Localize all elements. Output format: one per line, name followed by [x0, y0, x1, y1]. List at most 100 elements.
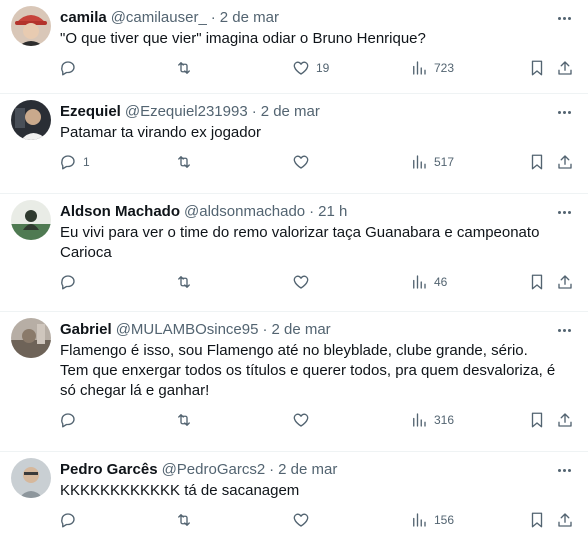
reply-date[interactable]: 2 de mar: [271, 320, 330, 340]
retweet-button[interactable]: [175, 409, 193, 431]
views-icon: [413, 413, 426, 427]
author-name[interactable]: Aldson Machado: [60, 202, 180, 222]
separator-dot: ·: [251, 103, 257, 120]
heart-icon: [293, 275, 309, 289]
like-button[interactable]: [292, 151, 316, 173]
retweet-button[interactable]: [175, 509, 193, 531]
author-name[interactable]: Ezequiel: [60, 102, 121, 122]
reply-item[interactable]: Aldson Machado @aldsonmachado · 21 h Eu …: [0, 194, 588, 312]
author-name[interactable]: Pedro Garcês: [60, 460, 158, 480]
bookmark-button[interactable]: [528, 151, 546, 173]
share-button[interactable]: [556, 409, 574, 431]
reply-date[interactable]: 2 de mar: [278, 460, 337, 480]
author-handle[interactable]: @MULAMBOsince95: [116, 320, 259, 340]
reply-date[interactable]: 21 h: [318, 202, 347, 222]
share-button[interactable]: [556, 57, 574, 79]
reply-date[interactable]: 2 de mar: [261, 102, 320, 122]
share-button[interactable]: [556, 271, 574, 293]
view-count: 46: [434, 275, 448, 289]
author-handle[interactable]: @PedroGarcs2: [162, 460, 266, 480]
view-count: 723: [434, 61, 455, 75]
action-bar: 316: [60, 409, 572, 447]
views-icon: [413, 61, 426, 75]
like-button[interactable]: [292, 409, 316, 431]
reply-text: Eu vivi para ver o time do remo valoriza…: [60, 224, 540, 261]
author-name[interactable]: camila: [60, 8, 107, 28]
more-icon[interactable]: [554, 462, 574, 478]
heart-icon: [293, 513, 309, 527]
heart-icon: [293, 155, 309, 169]
action-bar: 156: [60, 509, 572, 546]
share-icon: [558, 513, 572, 527]
bookmark-icon: [531, 60, 543, 76]
reply-button[interactable]: [59, 271, 83, 293]
share-icon: [558, 275, 572, 289]
retweet-button[interactable]: [175, 57, 193, 79]
bookmark-icon: [531, 154, 543, 170]
views-button[interactable]: 46: [410, 271, 447, 293]
separator-dot: ·: [309, 203, 315, 220]
reply-icon: [61, 275, 75, 290]
more-icon[interactable]: [554, 204, 574, 220]
reply-icon: [61, 61, 75, 76]
reply-header: Aldson Machado @aldsonmachado · 21 h: [60, 202, 572, 222]
reply-item[interactable]: Ezequiel @Ezequiel231993 · 2 de mar Pata…: [0, 94, 588, 194]
bookmark-icon: [531, 512, 543, 528]
share-button[interactable]: [556, 151, 574, 173]
bookmark-button[interactable]: [528, 509, 546, 531]
reply-item[interactable]: camila @camilauser_ · 2 de mar "O que ti…: [0, 0, 588, 94]
share-button[interactable]: [556, 509, 574, 531]
views-button[interactable]: 156: [410, 509, 454, 531]
retweet-icon: [178, 514, 190, 526]
reply-icon: [61, 513, 75, 528]
bookmark-button[interactable]: [528, 57, 546, 79]
more-icon[interactable]: [554, 104, 574, 120]
retweet-icon: [178, 414, 190, 426]
avatar[interactable]: [11, 200, 51, 240]
bookmark-button[interactable]: [528, 409, 546, 431]
reply-item[interactable]: Pedro Garcês @PedroGarcs2 · 2 de mar KKK…: [0, 452, 588, 546]
bookmark-icon: [531, 274, 543, 290]
separator-dot: ·: [262, 321, 268, 338]
retweet-button[interactable]: [175, 151, 193, 173]
like-button[interactable]: [292, 509, 316, 531]
reply-icon: [61, 413, 75, 428]
views-button[interactable]: 517: [410, 151, 454, 173]
avatar[interactable]: [11, 100, 51, 140]
reply-icon: [61, 155, 75, 170]
action-bar: 46: [60, 271, 572, 309]
avatar[interactable]: [11, 318, 51, 358]
reply-header: Pedro Garcês @PedroGarcs2 · 2 de mar: [60, 460, 572, 480]
reply-button[interactable]: [59, 409, 83, 431]
author-handle[interactable]: @aldsonmachado: [184, 202, 305, 222]
like-button[interactable]: [292, 271, 316, 293]
like-count: 19: [316, 61, 330, 75]
heart-icon: [293, 413, 309, 427]
avatar[interactable]: [11, 458, 51, 498]
author-name[interactable]: Gabriel: [60, 320, 112, 340]
reply-count: 1: [83, 155, 90, 169]
reply-item[interactable]: Gabriel @MULAMBOsince95 · 2 de mar Flame…: [0, 312, 588, 452]
reply-button[interactable]: [59, 509, 83, 531]
reply-header: Gabriel @MULAMBOsince95 · 2 de mar: [60, 320, 572, 340]
views-icon: [413, 275, 426, 289]
reply-date[interactable]: 2 de mar: [220, 8, 279, 28]
reply-text: Flamengo é isso, sou Flamengo até no ble…: [60, 342, 556, 399]
action-bar: 19 723: [60, 57, 572, 95]
share-icon: [558, 61, 572, 75]
bookmark-button[interactable]: [528, 271, 546, 293]
replies-feed: camila @camilauser_ · 2 de mar "O que ti…: [0, 0, 588, 546]
author-handle[interactable]: @camilauser_: [111, 8, 207, 28]
more-icon[interactable]: [554, 322, 574, 338]
share-icon: [558, 155, 572, 169]
views-button[interactable]: 316: [410, 409, 454, 431]
author-handle[interactable]: @Ezequiel231993: [125, 102, 248, 122]
heart-icon: [293, 61, 309, 75]
views-button[interactable]: 723: [410, 57, 454, 79]
like-button[interactable]: 19: [292, 57, 329, 79]
reply-button[interactable]: [59, 57, 83, 79]
retweet-button[interactable]: [175, 271, 193, 293]
reply-button[interactable]: 1: [59, 151, 90, 173]
more-icon[interactable]: [554, 10, 574, 26]
avatar[interactable]: [11, 6, 51, 46]
